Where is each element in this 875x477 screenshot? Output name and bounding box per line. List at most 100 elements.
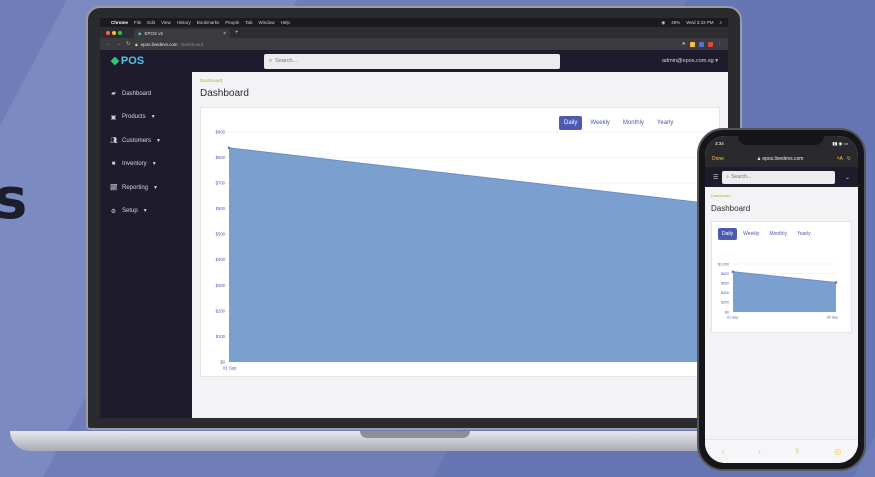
url-path: /dashboard — [180, 41, 204, 47]
tab-yearly[interactable]: Yearly — [793, 228, 815, 240]
menu-chrome[interactable]: Chrome — [111, 20, 128, 25]
extension-icon[interactable] — [699, 41, 704, 47]
phone-page-title: Dashboard — [711, 204, 751, 213]
lock-icon: 🔒︎ — [135, 41, 138, 47]
app-body: ▰ Dashboard ▣ Products ▼ 👥︎ Customers ▼ … — [100, 72, 728, 418]
more-menu-icon[interactable]: ⋮ — [717, 41, 722, 47]
y-tick-label: $800 — [721, 272, 729, 276]
tab-weekly[interactable]: Weekly — [739, 228, 763, 240]
favicon-icon: ◆ — [138, 30, 142, 36]
sidebar-item-dashboard[interactable]: ▰ Dashboard — [100, 82, 192, 106]
x-tick-label: 01 Sep — [223, 366, 237, 371]
phone-url: epos.livedevs.com — [762, 156, 804, 162]
minimize-window-icon[interactable] — [112, 30, 116, 35]
chevron-down-icon: ▼ — [151, 161, 157, 168]
menu-people[interactable]: People — [225, 20, 239, 25]
range-tabs: Daily Weekly Monthly Yearly — [559, 116, 678, 130]
page-title: Dashboard — [200, 88, 249, 99]
tab-monthly[interactable]: Monthly — [618, 116, 649, 130]
menu-history[interactable]: History — [177, 20, 191, 25]
search-icon: ⌕ — [726, 174, 730, 180]
extension-icon[interactable] — [690, 41, 695, 47]
chart-icon: 📈︎ — [110, 185, 118, 192]
url-host: epos.livedevs.com — [140, 41, 178, 47]
sidebar-item-reporting[interactable]: 📈︎ Reporting ▼ — [100, 176, 192, 200]
menu-view[interactable]: View — [161, 20, 171, 25]
sidebar-item-products[interactable]: ▣ Products ▼ — [100, 106, 192, 130]
new-tab-icon[interactable]: + — [235, 30, 239, 36]
sidebar-item-setup[interactable]: ⚙ Setup ▼ — [100, 200, 192, 224]
user-menu[interactable]: admin@epos.com.sg ▾ — [662, 58, 718, 64]
battery-level[interactable]: 49% — [671, 20, 680, 25]
tab-monthly[interactable]: Monthly — [765, 228, 791, 240]
spotlight-icon[interactable]: ⌕ — [719, 20, 722, 25]
extension-icon[interactable] — [708, 41, 713, 47]
maximize-window-icon[interactable] — [118, 30, 122, 35]
sales-chart-card: $0 $100 $200 $300 $400 $500 $600 $700 $800 $900 01… — [200, 107, 721, 377]
chevron-down-icon[interactable]: ⌄ — [845, 174, 850, 181]
tab-weekly[interactable]: Weekly — [585, 116, 615, 130]
user-email: admin@epos.com.sg — [661, 58, 714, 64]
safari-icon[interactable]: ◎ — [834, 447, 841, 456]
breadcrumb[interactable]: Dashboard — [200, 78, 720, 83]
menu-bookmarks[interactable]: Bookmarks — [197, 20, 220, 25]
gear-icon: ⚙ — [110, 208, 117, 215]
sidebar-item-label: Reporting — [122, 184, 149, 191]
phone-notch — [738, 133, 824, 145]
dashboard-icon: ▰ — [111, 91, 116, 98]
phone-app-header: ☰ ⌕ Search... ⌄ — [705, 167, 858, 187]
users-icon: 👥︎ — [110, 138, 118, 145]
phone-breadcrumb[interactable]: Dashboard — [711, 193, 852, 198]
menu-window[interactable]: Window — [259, 20, 275, 25]
address-bar[interactable]: 🔒︎ epos.livedevs.com/dashboard — [135, 42, 485, 47]
x-tick-label: 30 Sep — [827, 315, 838, 319]
back-icon[interactable]: ‹ — [722, 447, 725, 456]
hamburger-menu-icon[interactable]: ☰ — [713, 174, 718, 181]
back-icon[interactable]: ← — [106, 41, 111, 47]
phone-browser-bar: Done 🔒︎ epos.livedevs.com ᴬA ↻ — [705, 151, 858, 167]
close-window-icon[interactable] — [106, 30, 110, 35]
sidebar-item-inventory[interactable]: ■ Inventory ▼ — [100, 153, 192, 177]
menu-edit[interactable]: Edit — [147, 20, 155, 25]
tab-daily[interactable]: Daily — [718, 228, 738, 240]
reload-icon[interactable]: ↻ — [847, 156, 851, 162]
extensions: ★ ⋮ — [682, 41, 722, 47]
menu-file[interactable]: File — [134, 20, 141, 25]
text-size-icon[interactable]: ᴬA — [837, 156, 843, 162]
sidebar-item-label: Customers — [122, 137, 152, 144]
bookmark-star-icon[interactable]: ★ — [682, 41, 686, 47]
tab-yearly[interactable]: Yearly — [652, 116, 678, 130]
done-button[interactable]: Done — [712, 156, 724, 162]
menu-help[interactable]: Help — [281, 20, 290, 25]
phone-address-bar[interactable]: 🔒︎ epos.livedevs.com — [758, 156, 804, 162]
forward-icon[interactable]: → — [116, 41, 121, 47]
laptop-notch — [360, 431, 470, 438]
menu-tab[interactable]: Tab — [245, 20, 252, 25]
forward-icon[interactable]: › — [758, 447, 761, 456]
chevron-down-icon: ▼ — [153, 184, 158, 191]
phone-search-input[interactable]: ⌕ Search... — [722, 170, 835, 184]
search-input[interactable]: ⌕ Search... — [264, 53, 560, 69]
main-content: Dashboard Dashboard $0 $100 $200 $300 $400 $5… — [192, 72, 728, 418]
close-tab-icon[interactable]: × — [223, 31, 226, 37]
reload-icon[interactable]: ↻ — [126, 41, 130, 47]
data-point — [731, 270, 735, 274]
app-logo[interactable]: ❖ POS — [110, 55, 260, 68]
sidebar: ▰ Dashboard ▣ Products ▼ 👥︎ Customers ▼ … — [100, 72, 192, 418]
chevron-down-icon: ▼ — [156, 137, 161, 144]
sidebar-item-label: Inventory — [122, 161, 147, 168]
clock[interactable]: Wed 3:33 PM — [686, 20, 713, 25]
browser-tab[interactable]: ◆ EPOS v6 × — [134, 29, 230, 38]
share-icon[interactable]: ⇪ — [794, 447, 801, 456]
wifi-icon[interactable]: ◉ — [661, 20, 665, 26]
y-tick-label: $600 — [216, 206, 226, 211]
y-tick-label: $300 — [216, 283, 226, 288]
sales-chart: $0 $100 $200 $300 $400 $500 $600 $700 $800 $900 01… — [216, 129, 721, 371]
y-tick-label: $900 — [216, 129, 226, 134]
data-point — [834, 281, 838, 284]
phone-bottom-toolbar: ‹ › ⇪ ◎ — [705, 439, 858, 463]
tab-daily[interactable]: Daily — [559, 116, 583, 130]
sidebar-item-customers[interactable]: 👥︎ Customers ▼ — [100, 129, 192, 153]
phone-main-content: Dashboard Dashboard $0 $200 $400 $600 $800 $1… — [705, 187, 858, 333]
menubar-status: ◉ 49% Wed 3:33 PM ⌕ — [661, 20, 722, 26]
